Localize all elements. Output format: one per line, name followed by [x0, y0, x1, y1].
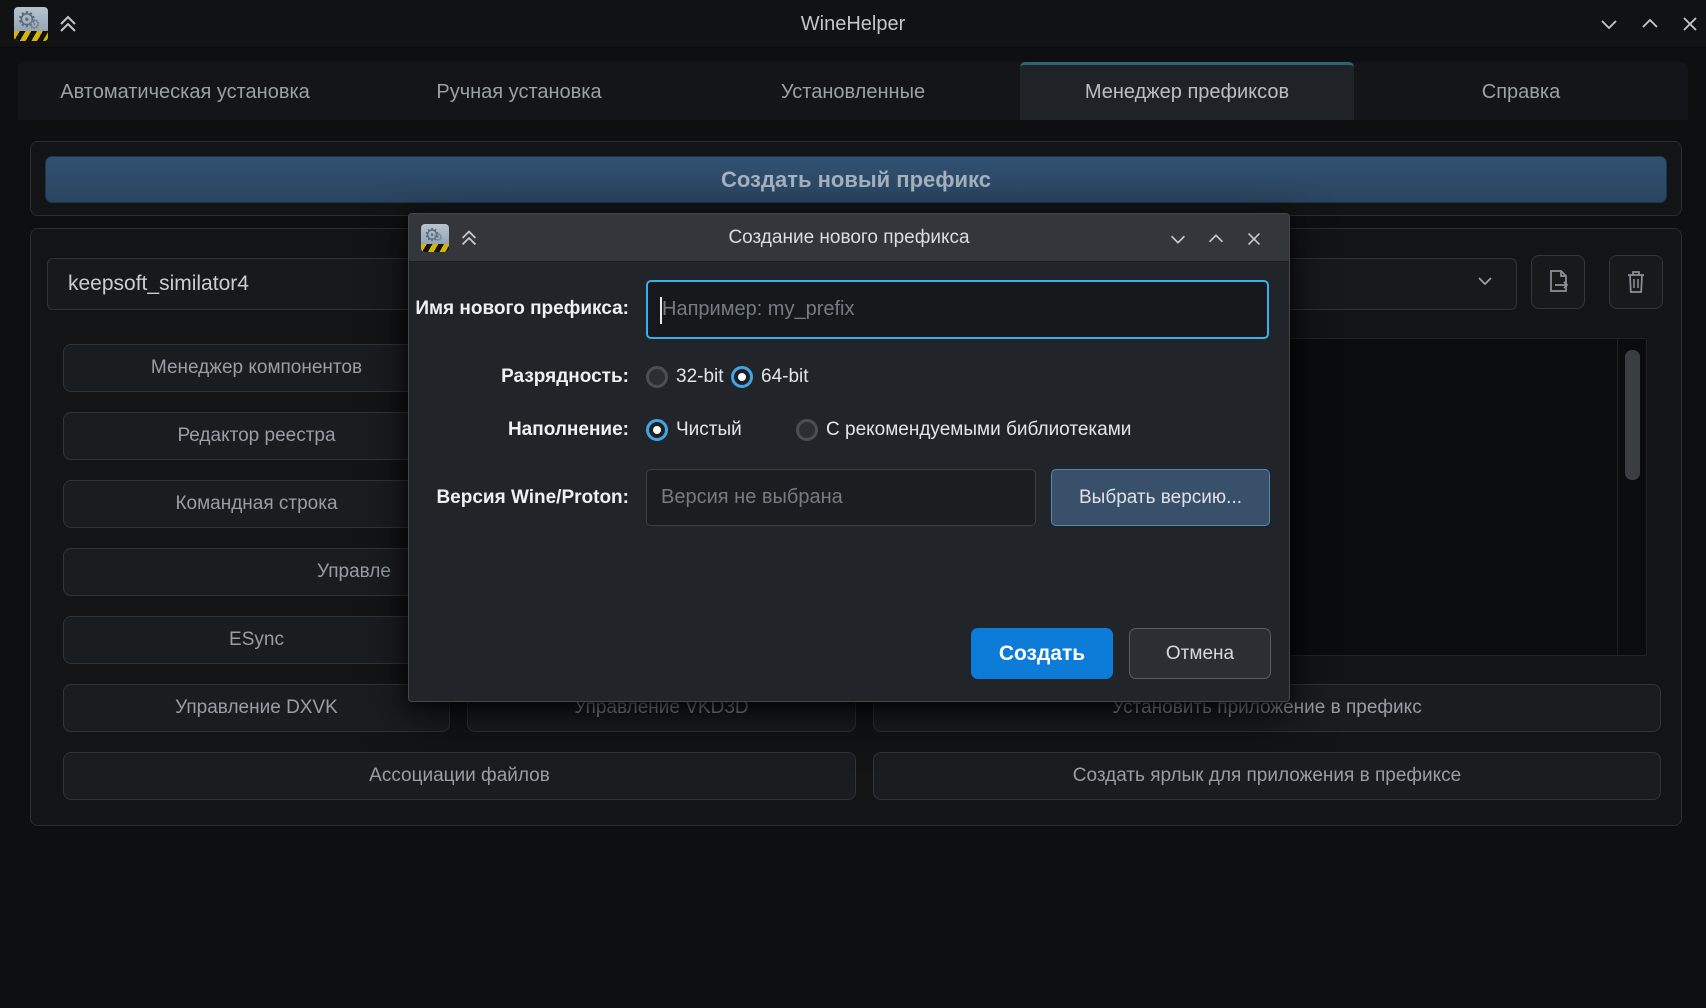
version-input[interactable] — [647, 486, 1035, 509]
main-tabbar: Автоматическая установка Ручная установк… — [18, 62, 1688, 120]
choose-version-button[interactable]: Выбрать версию... — [1051, 469, 1270, 526]
tab-installed[interactable]: Установленные — [686, 62, 1020, 120]
dialog-cancel-button[interactable]: Отмена — [1129, 628, 1271, 679]
scrollbar-thumb[interactable] — [1625, 350, 1640, 480]
dxvk-manage-button[interactable]: Управление DXVK — [63, 684, 450, 732]
tab-prefix-manager[interactable]: Менеджер префиксов — [1020, 62, 1354, 120]
file-associations-button[interactable]: Ассоциации файлов — [63, 752, 856, 800]
winehelper-window: ⚙ ⚙ WineHelper Автомати — [0, 0, 1706, 1008]
dialog-minimize-button[interactable] — [1164, 226, 1192, 252]
radio-clean-label[interactable]: Чистый — [676, 417, 742, 443]
trash-icon — [1621, 267, 1651, 297]
radio-64bit-label[interactable]: 64-bit — [761, 364, 809, 390]
maximize-button[interactable] — [1635, 10, 1665, 38]
minimize-button[interactable] — [1594, 10, 1624, 38]
fill-label: Наполнение: — [409, 417, 629, 443]
create-prefix-groupbox: Создать новый префикс — [30, 141, 1682, 216]
close-button[interactable] — [1675, 10, 1705, 38]
components-manager-button[interactable]: Менеджер компонентов — [63, 344, 450, 392]
delete-prefix-button[interactable] — [1609, 255, 1663, 309]
window-title: WineHelper — [0, 0, 1706, 48]
dialog-create-button[interactable]: Создать — [971, 628, 1113, 679]
prefix-name-input-wrap — [646, 280, 1269, 339]
text-caret — [660, 297, 662, 324]
chevron-down-icon — [1167, 228, 1189, 250]
tab-auto-install[interactable]: Автоматическая установка — [18, 62, 352, 120]
dialog-titlebar: ⚙ ⚙ Создание нового префикса — [409, 214, 1289, 262]
prefix-combo-value: keepsoft_similator4 — [68, 272, 249, 296]
create-new-prefix-button[interactable]: Создать новый префикс — [45, 156, 1667, 203]
arch-label: Разрядность: — [409, 364, 629, 390]
scrollbar-track[interactable] — [1617, 339, 1646, 655]
radio-clean[interactable] — [646, 419, 668, 441]
window-titlebar: ⚙ ⚙ WineHelper — [0, 0, 1706, 48]
radio-recommended-libs-label[interactable]: С рекомендуемыми библиотеками — [826, 417, 1131, 443]
radio-recommended-libs[interactable] — [796, 419, 818, 441]
esync-button[interactable]: ESync — [63, 616, 450, 664]
prefix-name-input[interactable] — [648, 298, 1267, 321]
x-icon — [1244, 229, 1264, 249]
version-label: Версия Wine/Proton: — [409, 469, 629, 526]
x-icon — [1679, 13, 1701, 35]
tab-manual-install[interactable]: Ручная установка — [352, 62, 686, 120]
chevron-down-icon — [1474, 270, 1496, 298]
dialog-maximize-button[interactable] — [1202, 226, 1230, 252]
dialog-title: Создание нового префикса — [409, 214, 1289, 262]
export-prefix-button[interactable] — [1531, 255, 1585, 309]
version-input-wrap — [646, 469, 1036, 526]
dialog-close-button[interactable] — [1240, 226, 1268, 252]
prefix-name-label: Имя нового префикса: — [409, 280, 629, 338]
radio-64bit[interactable] — [731, 366, 753, 388]
chevron-down-icon — [1597, 12, 1621, 36]
document-export-icon — [1543, 267, 1573, 297]
chevron-up-icon — [1205, 228, 1227, 250]
registry-editor-button[interactable]: Редактор реестра — [63, 412, 450, 460]
command-line-button[interactable]: Командная строка — [63, 480, 450, 528]
tab-help[interactable]: Справка — [1354, 62, 1688, 120]
create-prefix-dialog: ⚙ ⚙ Создание нового префикса — [408, 213, 1290, 702]
chevron-up-icon — [1638, 12, 1662, 36]
create-shortcut-button[interactable]: Создать ярлык для приложения в префиксе — [873, 752, 1661, 800]
radio-32bit[interactable] — [646, 366, 668, 388]
radio-32bit-label[interactable]: 32-bit — [676, 364, 724, 390]
